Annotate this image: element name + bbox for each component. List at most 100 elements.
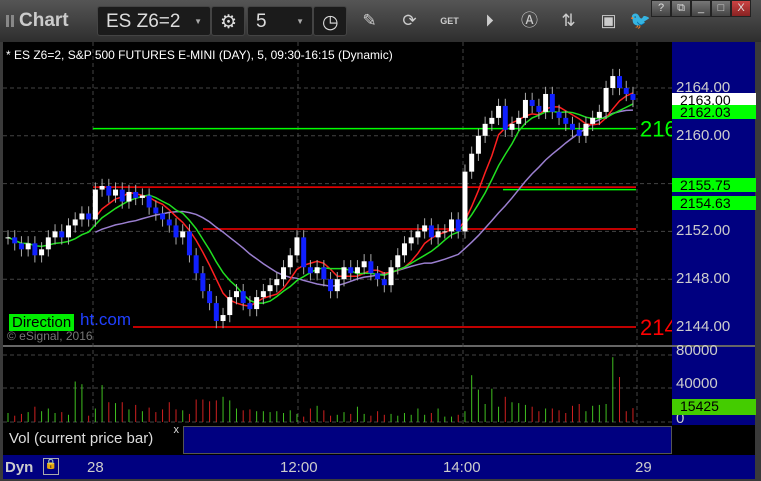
candle-body <box>18 243 24 250</box>
link-icon[interactable]: ⇅ <box>556 6 581 36</box>
candle-body <box>180 231 186 238</box>
time-label: 29 <box>635 459 652 476</box>
candle-body <box>79 213 85 220</box>
restore-button[interactable]: ⧉ <box>671 0 691 17</box>
time-label: 12:00 <box>280 459 318 476</box>
price-tick: 2160.00 <box>676 126 731 144</box>
candle-body <box>25 243 31 250</box>
candle-body <box>596 111 602 118</box>
candle-body <box>133 191 139 198</box>
candle-body <box>52 231 58 238</box>
candle-body <box>502 105 508 130</box>
price-axis[interactable]: 2164.00 2160.00 2152.00 2148.00 2144.00 2163.… <box>672 42 756 345</box>
time-axis[interactable]: Dyn 🔒 28 12:00 14:00 29 <box>3 455 755 479</box>
volume-legend[interactable]: Vol (current price bar) x <box>3 424 183 454</box>
symbol-selector[interactable]: ES Z6=2 ▼ <box>97 6 211 36</box>
comment-icon[interactable]: ▣ <box>596 6 621 36</box>
candle-body <box>536 105 542 112</box>
candle-body <box>301 237 307 268</box>
help-button[interactable]: ? <box>651 0 671 17</box>
candle-body <box>233 291 239 298</box>
candle-body <box>381 279 387 286</box>
clock-icon: ◷ <box>322 12 339 33</box>
price-marker: 2154.63 <box>672 195 756 210</box>
candle-body <box>442 231 448 233</box>
interval-value: 5 <box>256 11 267 32</box>
candle-body <box>193 255 199 274</box>
close-study-icon[interactable]: x <box>174 424 180 436</box>
chevron-down-icon: ▼ <box>296 17 304 26</box>
candle-body <box>449 219 455 232</box>
candle-body <box>240 291 246 304</box>
drag-grip-icon[interactable] <box>6 15 14 27</box>
candle-body <box>213 303 219 322</box>
candle-body <box>186 231 192 256</box>
candle-body <box>368 261 374 274</box>
interval-selector[interactable]: 5 ▼ <box>247 6 313 36</box>
close-button[interactable]: X <box>731 0 751 17</box>
candle-body <box>12 237 18 244</box>
window-title: Chart <box>19 10 69 31</box>
maximize-button[interactable]: □ <box>711 0 731 17</box>
volume-axis[interactable]: 80000 40000 0 15425 <box>672 342 756 427</box>
candle-body <box>294 237 300 256</box>
candle-body <box>254 297 260 310</box>
candle-body <box>92 189 98 220</box>
candle-body <box>328 279 334 292</box>
time-label: 28 <box>87 459 104 476</box>
chart-info: * ES Z6=2, S&P 500 FUTURES E-MINI (DAY),… <box>6 48 393 62</box>
candle-body <box>569 123 575 130</box>
price-marker: 2155.75 <box>672 177 756 192</box>
chart-area[interactable]: 216 214 <box>3 42 755 478</box>
candle-body <box>630 93 636 100</box>
candle-body <box>496 105 502 118</box>
candle-body <box>45 237 51 250</box>
volume-marker: 15425 <box>672 399 756 415</box>
vol-tick: 80000 <box>676 342 718 359</box>
get-icon[interactable]: GET <box>437 6 462 36</box>
minimize-button[interactable]: _ <box>691 0 711 17</box>
refresh-icon[interactable]: ⟳ <box>397 6 422 36</box>
candle-body <box>314 267 320 274</box>
settings-button[interactable]: ⚙ <box>211 6 245 36</box>
moving-average-line <box>7 103 634 304</box>
twitter-icon[interactable]: 🐦 <box>628 6 653 36</box>
time-button[interactable]: ◷ <box>313 6 347 36</box>
candle-body <box>267 285 273 292</box>
candle-body <box>287 255 293 268</box>
candle-body <box>617 76 623 88</box>
pencil-icon[interactable]: ✎ <box>357 6 382 36</box>
candle-body <box>307 267 313 274</box>
candle-body <box>469 153 475 172</box>
candle-body <box>119 189 125 202</box>
price-volume-plot: 216214 <box>3 42 755 425</box>
candle-body <box>415 231 421 238</box>
lock-icon[interactable]: 🔒 <box>43 458 59 475</box>
alert-icon[interactable]: Ⓐ <box>517 6 542 36</box>
candle-body <box>563 117 569 124</box>
time-label: 14:00 <box>443 459 481 476</box>
candle-body <box>543 93 549 112</box>
candle-body <box>146 195 152 208</box>
candle-body <box>455 219 461 232</box>
candle-body <box>321 267 327 280</box>
candle-body <box>610 76 616 88</box>
candle-body <box>516 117 522 124</box>
price-tick: 2144.00 <box>676 318 731 335</box>
candle-body <box>173 225 179 238</box>
candle-body <box>549 93 555 112</box>
candle-body <box>401 243 407 256</box>
candle-body <box>65 225 71 238</box>
candle-body <box>348 267 354 274</box>
settings-icon: ⚙ <box>220 12 238 33</box>
play-icon[interactable]: ⏵ <box>477 6 502 36</box>
candle-body <box>482 123 488 136</box>
legend-bar <box>183 426 672 454</box>
candle-body <box>99 185 105 190</box>
candle-body <box>361 261 367 268</box>
title-bar: Chart ES Z6=2 ▼ ⚙ 5 ▼ ◷ ✎ ⟳ GET ⏵ Ⓐ ⇅ ▣ 🐦 … <box>0 0 761 42</box>
candle-body <box>59 231 65 238</box>
candle-body <box>207 291 213 304</box>
candle-body <box>576 129 582 136</box>
copyright: © eSignal, 2016 <box>7 329 93 343</box>
